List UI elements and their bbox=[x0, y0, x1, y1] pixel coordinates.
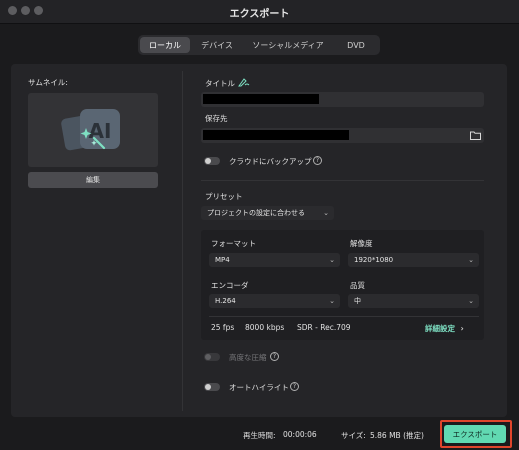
advanced-settings-link[interactable]: 詳細設定 › bbox=[425, 323, 464, 334]
save-location-label: 保存先 bbox=[205, 114, 228, 123]
auto-highlight-toggle[interactable] bbox=[204, 383, 220, 391]
section-divider bbox=[201, 180, 484, 181]
format-label: フォーマット bbox=[211, 239, 256, 248]
tab-social-media[interactable]: ソーシャルメディア bbox=[244, 37, 332, 53]
thumbnail-preview[interactable]: AI bbox=[28, 93, 158, 167]
resolution-label: 解像度 bbox=[350, 239, 373, 248]
quality-value: 中 bbox=[354, 297, 361, 305]
quality-dropdown[interactable]: 中 ⌄ bbox=[348, 294, 479, 308]
advanced-compression-toggle[interactable] bbox=[204, 353, 220, 361]
encoder-value: H.264 bbox=[215, 297, 236, 305]
auto-highlight-help-icon[interactable]: ? bbox=[290, 382, 299, 391]
chevron-down-icon: ⌄ bbox=[468, 256, 474, 264]
redacted-title bbox=[203, 94, 319, 104]
fps-value: 25 fps bbox=[211, 323, 235, 332]
tab-device[interactable]: デバイス bbox=[192, 37, 242, 53]
chevron-down-icon: ⌄ bbox=[468, 297, 474, 305]
duration-value: 00:00:06 bbox=[283, 430, 317, 439]
format-value: MP4 bbox=[215, 256, 230, 264]
advanced-compression-label: 高度な圧縮 bbox=[229, 353, 267, 362]
chevron-right-icon: › bbox=[460, 324, 464, 333]
file-size-label: サイズ: bbox=[341, 431, 366, 440]
title-label: タイトル bbox=[205, 79, 235, 88]
chevron-down-icon: ⌄ bbox=[329, 297, 335, 305]
thumbnail-label: サムネイル: bbox=[28, 78, 68, 87]
bitrate-value: 8000 kbps bbox=[245, 323, 285, 332]
encoder-label: エンコーダ bbox=[211, 281, 249, 290]
preset-label: プリセット bbox=[205, 192, 243, 201]
chevron-down-icon: ⌄ bbox=[323, 209, 329, 217]
advanced-compression-help-icon[interactable]: ? bbox=[270, 352, 279, 361]
cloud-backup-toggle[interactable] bbox=[204, 157, 220, 165]
auto-highlight-label: オートハイライト bbox=[229, 383, 289, 392]
advanced-settings-label: 詳細設定 bbox=[425, 324, 455, 333]
tab-dvd[interactable]: DVD bbox=[334, 37, 378, 53]
folder-icon[interactable] bbox=[470, 131, 481, 140]
color-space-value: SDR - Rec.709 bbox=[297, 323, 351, 332]
encoder-dropdown[interactable]: H.264 ⌄ bbox=[209, 294, 340, 308]
title-bar: エクスポート bbox=[0, 0, 519, 24]
preset-dropdown[interactable]: プロジェクトの設定に合わせる ⌄ bbox=[201, 206, 334, 220]
export-button[interactable]: エクスポート bbox=[444, 425, 506, 443]
resolution-dropdown[interactable]: 1920*1080 ⌄ bbox=[348, 253, 479, 267]
format-dropdown[interactable]: MP4 ⌄ bbox=[209, 253, 340, 267]
edit-thumbnail-button[interactable]: 編集 bbox=[28, 172, 158, 188]
window-title: エクスポート bbox=[229, 9, 290, 20]
cloud-backup-help-icon[interactable]: ? bbox=[313, 156, 322, 165]
panel-divider bbox=[182, 71, 183, 411]
export-tabs: ローカル デバイス ソーシャルメディア DVD bbox=[138, 35, 380, 55]
cloud-backup-label: クラウドにバックアップ bbox=[229, 157, 312, 166]
duration-label: 再生時間: bbox=[243, 431, 276, 440]
resolution-value: 1920*1080 bbox=[354, 256, 394, 264]
preset-value: プロジェクトの設定に合わせる bbox=[207, 209, 305, 217]
summary-divider bbox=[209, 316, 479, 317]
quality-label: 品質 bbox=[350, 281, 365, 290]
redacted-path bbox=[203, 130, 349, 140]
tab-local[interactable]: ローカル bbox=[140, 37, 190, 53]
svg-text:AI: AI bbox=[89, 119, 112, 143]
file-size-value: 5.86 MB (推定) bbox=[370, 431, 424, 440]
ai-thumbnail-icon: AI bbox=[61, 109, 120, 151]
chevron-down-icon: ⌄ bbox=[329, 256, 335, 264]
ai-pen-icon[interactable] bbox=[238, 77, 250, 87]
